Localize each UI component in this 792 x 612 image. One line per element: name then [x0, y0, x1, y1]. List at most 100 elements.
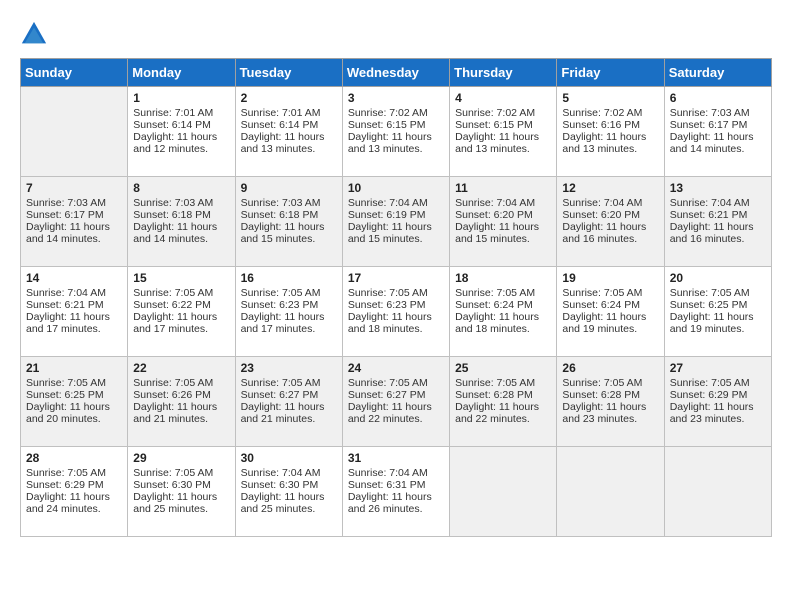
header-thursday: Thursday — [450, 59, 557, 87]
calendar-cell: 24Sunrise: 7:05 AMSunset: 6:27 PMDayligh… — [342, 357, 449, 447]
daylight-text: Daylight: 11 hours and 26 minutes. — [348, 491, 445, 515]
sunset-text: Sunset: 6:14 PM — [241, 119, 338, 131]
sunset-text: Sunset: 6:24 PM — [562, 299, 659, 311]
calendar-cell: 27Sunrise: 7:05 AMSunset: 6:29 PMDayligh… — [664, 357, 771, 447]
sunset-text: Sunset: 6:23 PM — [348, 299, 445, 311]
sunrise-text: Sunrise: 7:04 AM — [562, 197, 659, 209]
sunrise-text: Sunrise: 7:05 AM — [455, 287, 552, 299]
day-number: 30 — [241, 451, 338, 465]
calendar-cell: 21Sunrise: 7:05 AMSunset: 6:25 PMDayligh… — [21, 357, 128, 447]
sunrise-text: Sunrise: 7:05 AM — [26, 377, 123, 389]
calendar-cell: 14Sunrise: 7:04 AMSunset: 6:21 PMDayligh… — [21, 267, 128, 357]
calendar-cell: 7Sunrise: 7:03 AMSunset: 6:17 PMDaylight… — [21, 177, 128, 267]
sunrise-text: Sunrise: 7:05 AM — [241, 377, 338, 389]
sunset-text: Sunset: 6:26 PM — [133, 389, 230, 401]
calendar-week-row: 7Sunrise: 7:03 AMSunset: 6:17 PMDaylight… — [21, 177, 772, 267]
daylight-text: Daylight: 11 hours and 13 minutes. — [348, 131, 445, 155]
sunset-text: Sunset: 6:17 PM — [26, 209, 123, 221]
calendar-cell: 2Sunrise: 7:01 AMSunset: 6:14 PMDaylight… — [235, 87, 342, 177]
calendar-week-row: 14Sunrise: 7:04 AMSunset: 6:21 PMDayligh… — [21, 267, 772, 357]
calendar-cell — [664, 447, 771, 537]
sunset-text: Sunset: 6:22 PM — [133, 299, 230, 311]
daylight-text: Daylight: 11 hours and 16 minutes. — [670, 221, 767, 245]
calendar-week-row: 28Sunrise: 7:05 AMSunset: 6:29 PMDayligh… — [21, 447, 772, 537]
calendar-cell: 3Sunrise: 7:02 AMSunset: 6:15 PMDaylight… — [342, 87, 449, 177]
day-number: 5 — [562, 91, 659, 105]
calendar-cell: 18Sunrise: 7:05 AMSunset: 6:24 PMDayligh… — [450, 267, 557, 357]
sunset-text: Sunset: 6:28 PM — [455, 389, 552, 401]
daylight-text: Daylight: 11 hours and 14 minutes. — [133, 221, 230, 245]
sunset-text: Sunset: 6:30 PM — [241, 479, 338, 491]
calendar-cell: 13Sunrise: 7:04 AMSunset: 6:21 PMDayligh… — [664, 177, 771, 267]
calendar-cell: 31Sunrise: 7:04 AMSunset: 6:31 PMDayligh… — [342, 447, 449, 537]
header-sunday: Sunday — [21, 59, 128, 87]
daylight-text: Daylight: 11 hours and 15 minutes. — [455, 221, 552, 245]
calendar-cell: 1Sunrise: 7:01 AMSunset: 6:14 PMDaylight… — [128, 87, 235, 177]
sunrise-text: Sunrise: 7:05 AM — [670, 287, 767, 299]
logo — [20, 20, 52, 48]
daylight-text: Daylight: 11 hours and 23 minutes. — [562, 401, 659, 425]
daylight-text: Daylight: 11 hours and 22 minutes. — [455, 401, 552, 425]
sunrise-text: Sunrise: 7:05 AM — [562, 287, 659, 299]
calendar-cell: 17Sunrise: 7:05 AMSunset: 6:23 PMDayligh… — [342, 267, 449, 357]
calendar-cell: 30Sunrise: 7:04 AMSunset: 6:30 PMDayligh… — [235, 447, 342, 537]
day-number: 24 — [348, 361, 445, 375]
sunset-text: Sunset: 6:27 PM — [241, 389, 338, 401]
day-number: 1 — [133, 91, 230, 105]
sunrise-text: Sunrise: 7:04 AM — [670, 197, 767, 209]
calendar-cell: 22Sunrise: 7:05 AMSunset: 6:26 PMDayligh… — [128, 357, 235, 447]
header-saturday: Saturday — [664, 59, 771, 87]
day-number: 10 — [348, 181, 445, 195]
calendar-cell — [450, 447, 557, 537]
day-number: 6 — [670, 91, 767, 105]
sunrise-text: Sunrise: 7:05 AM — [133, 377, 230, 389]
sunrise-text: Sunrise: 7:05 AM — [562, 377, 659, 389]
daylight-text: Daylight: 11 hours and 19 minutes. — [562, 311, 659, 335]
sunset-text: Sunset: 6:31 PM — [348, 479, 445, 491]
sunset-text: Sunset: 6:24 PM — [455, 299, 552, 311]
calendar-cell: 11Sunrise: 7:04 AMSunset: 6:20 PMDayligh… — [450, 177, 557, 267]
sunset-text: Sunset: 6:14 PM — [133, 119, 230, 131]
header-tuesday: Tuesday — [235, 59, 342, 87]
calendar-header-row: SundayMondayTuesdayWednesdayThursdayFrid… — [21, 59, 772, 87]
sunset-text: Sunset: 6:17 PM — [670, 119, 767, 131]
sunset-text: Sunset: 6:15 PM — [455, 119, 552, 131]
day-number: 3 — [348, 91, 445, 105]
day-number: 9 — [241, 181, 338, 195]
sunset-text: Sunset: 6:21 PM — [26, 299, 123, 311]
day-number: 16 — [241, 271, 338, 285]
daylight-text: Daylight: 11 hours and 17 minutes. — [26, 311, 123, 335]
calendar-table: SundayMondayTuesdayWednesdayThursdayFrid… — [20, 58, 772, 537]
calendar-cell: 10Sunrise: 7:04 AMSunset: 6:19 PMDayligh… — [342, 177, 449, 267]
header-wednesday: Wednesday — [342, 59, 449, 87]
sunset-text: Sunset: 6:27 PM — [348, 389, 445, 401]
day-number: 21 — [26, 361, 123, 375]
sunset-text: Sunset: 6:15 PM — [348, 119, 445, 131]
sunset-text: Sunset: 6:23 PM — [241, 299, 338, 311]
day-number: 19 — [562, 271, 659, 285]
calendar-cell — [21, 87, 128, 177]
sunrise-text: Sunrise: 7:03 AM — [133, 197, 230, 209]
day-number: 13 — [670, 181, 767, 195]
sunrise-text: Sunrise: 7:05 AM — [348, 287, 445, 299]
day-number: 15 — [133, 271, 230, 285]
sunset-text: Sunset: 6:28 PM — [562, 389, 659, 401]
sunrise-text: Sunrise: 7:03 AM — [670, 107, 767, 119]
sunrise-text: Sunrise: 7:04 AM — [26, 287, 123, 299]
sunrise-text: Sunrise: 7:01 AM — [133, 107, 230, 119]
calendar-week-row: 21Sunrise: 7:05 AMSunset: 6:25 PMDayligh… — [21, 357, 772, 447]
daylight-text: Daylight: 11 hours and 16 minutes. — [562, 221, 659, 245]
daylight-text: Daylight: 11 hours and 14 minutes. — [670, 131, 767, 155]
daylight-text: Daylight: 11 hours and 24 minutes. — [26, 491, 123, 515]
calendar-cell — [557, 447, 664, 537]
sunrise-text: Sunrise: 7:01 AM — [241, 107, 338, 119]
day-number: 2 — [241, 91, 338, 105]
sunset-text: Sunset: 6:29 PM — [26, 479, 123, 491]
sunset-text: Sunset: 6:19 PM — [348, 209, 445, 221]
page-header — [20, 20, 772, 48]
daylight-text: Daylight: 11 hours and 14 minutes. — [26, 221, 123, 245]
sunrise-text: Sunrise: 7:04 AM — [455, 197, 552, 209]
day-number: 25 — [455, 361, 552, 375]
day-number: 18 — [455, 271, 552, 285]
calendar-cell: 15Sunrise: 7:05 AMSunset: 6:22 PMDayligh… — [128, 267, 235, 357]
